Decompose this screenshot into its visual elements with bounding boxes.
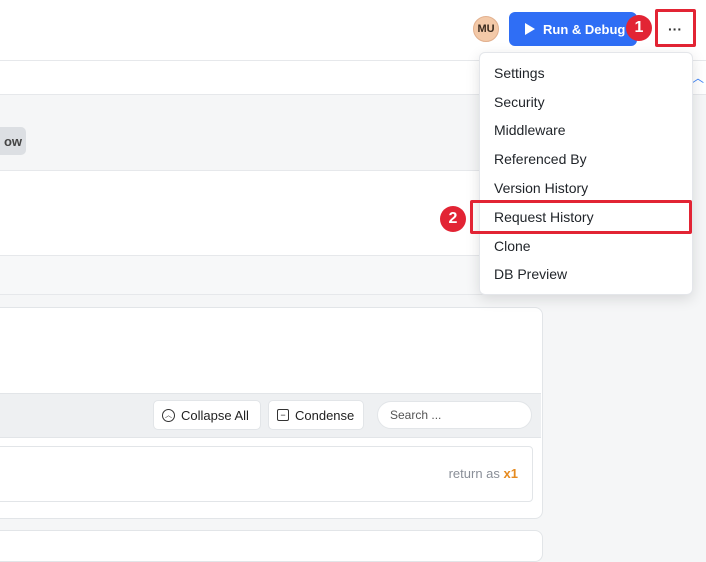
chevron-up-icon[interactable]: ︿: [692, 69, 704, 86]
annotation-highlight-request-history: [470, 200, 692, 234]
result-row: return as x1: [0, 446, 533, 502]
collapse-all-button[interactable]: ︿ Collapse All: [153, 400, 261, 430]
collapse-icon: ︿: [162, 408, 175, 422]
content-strip: [0, 255, 540, 295]
menu-item-db-preview[interactable]: DB Preview: [480, 259, 692, 288]
more-options-menu: Settings Security Middleware Referenced …: [479, 52, 693, 295]
user-avatar[interactable]: MU: [473, 16, 499, 42]
partial-chip[interactable]: ow: [0, 127, 26, 155]
return-annotation: return as x1: [449, 466, 518, 481]
menu-item-clone[interactable]: Clone: [480, 231, 692, 260]
menu-item-settings[interactable]: Settings: [480, 58, 692, 87]
annotation-marker-1: 1: [626, 15, 652, 41]
menu-item-security[interactable]: Security: [480, 87, 692, 116]
condense-icon: −: [277, 409, 289, 421]
annotation-marker-2: 2: [440, 206, 466, 232]
search-input[interactable]: [377, 401, 532, 429]
collapse-all-label: Collapse All: [181, 407, 249, 423]
next-card: [0, 530, 543, 562]
run-debug-label: Run & Debug: [543, 21, 626, 37]
run-debug-button[interactable]: Run & Debug: [509, 12, 637, 46]
menu-item-version-history[interactable]: Version History: [480, 173, 692, 202]
condense-label: Condense: [295, 407, 355, 423]
play-icon: [525, 23, 535, 35]
menu-item-middleware[interactable]: Middleware: [480, 115, 692, 144]
condense-button[interactable]: − Condense: [268, 400, 364, 430]
section-band: [0, 95, 540, 170]
return-prefix: return as: [448, 466, 500, 481]
annotation-highlight-more: [655, 9, 696, 47]
menu-item-referenced-by[interactable]: Referenced By: [480, 144, 692, 173]
return-variable[interactable]: x1: [504, 466, 518, 481]
